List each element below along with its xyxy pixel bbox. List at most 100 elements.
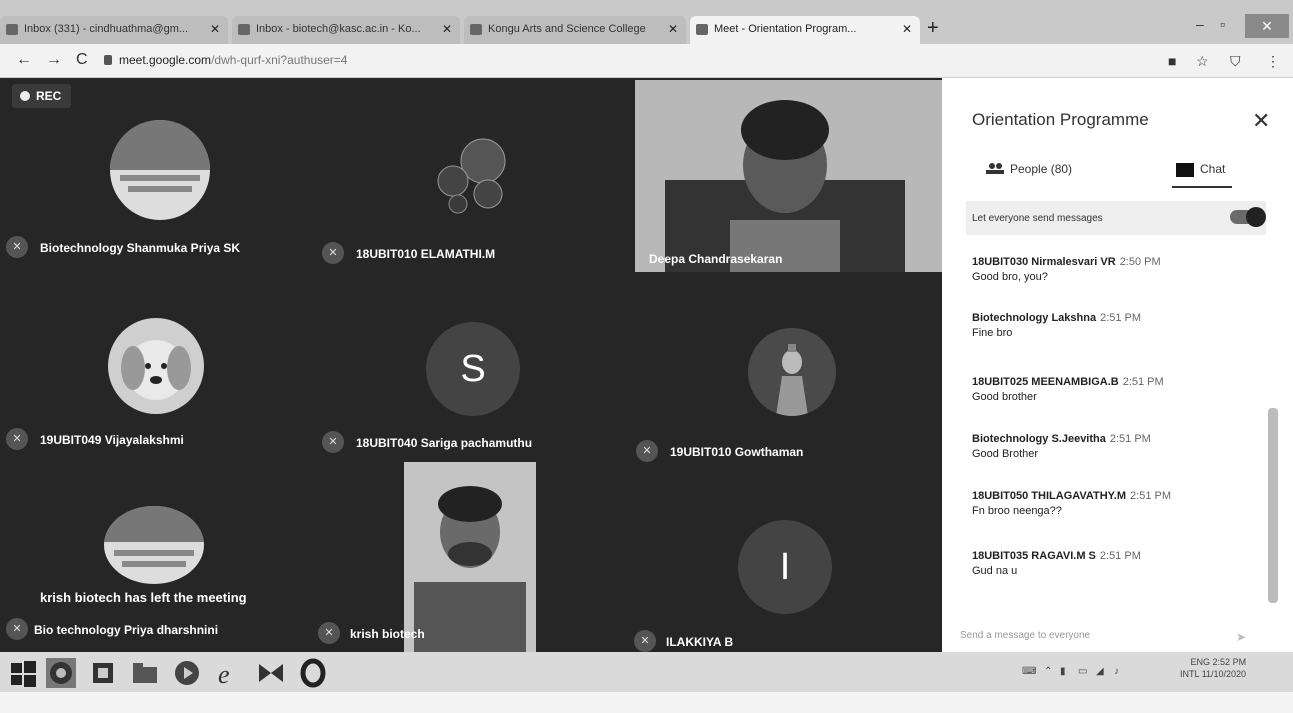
browser-tab[interactable]: Inbox - biotech@kasc.ac.in - Ko... ✕ <box>232 16 460 44</box>
minimize-icon[interactable]: – <box>1196 16 1204 32</box>
wifi-icon[interactable]: ◢ <box>1096 666 1104 677</box>
send-icon[interactable]: ➤ <box>1236 630 1246 644</box>
participant-name: krish biotech <box>350 627 425 641</box>
file-explorer-icon[interactable] <box>130 658 160 688</box>
deity-image-icon <box>748 328 836 416</box>
store-icon[interactable] <box>88 658 118 688</box>
participant-video[interactable] <box>404 462 536 652</box>
send-messages-toggle[interactable] <box>1230 207 1266 227</box>
page-margin <box>0 692 1293 713</box>
tray-arrow-icon[interactable]: ⌃ <box>1044 666 1052 677</box>
browser-tab-strip: Inbox (331) - cindhuathma@gm... ✕ Inbox … <box>0 0 1293 44</box>
tab-title: Kongu Arts and Science College <box>488 23 646 35</box>
bubbles-image-icon <box>428 136 518 216</box>
meeting-details-panel: Orientation Programme ✕ People (80) Chat… <box>942 78 1293 652</box>
close-tab-icon[interactable]: ✕ <box>442 22 452 36</box>
chat-scrollbar[interactable] <box>1268 408 1278 603</box>
message-text: Good Brother <box>972 448 1039 460</box>
participant-name: ILAKKIYA B <box>666 635 734 649</box>
participant-video[interactable]: Deepa Chandrasekaran <box>635 80 942 272</box>
messenger-icon[interactable] <box>256 658 286 688</box>
chat-message: Biotechnology Lakshna 2:51 PM Fine bro <box>972 312 1141 339</box>
system-clock[interactable]: ENG 2:52 PM INTL 11/10/2020 <box>1180 656 1246 680</box>
chat-message-input[interactable]: Send a message to everyone <box>960 630 1090 641</box>
mic-off-icon: ✕ <box>634 630 656 652</box>
keyboard-layout: INTL <box>1180 669 1200 679</box>
url-host: meet.google.com <box>119 53 212 67</box>
message-sender: 18UBIT025 MEENAMBIGA.B <box>972 376 1119 388</box>
close-tab-icon[interactable]: ✕ <box>902 22 912 36</box>
left-meeting-notice: krish biotech has left the meeting <box>40 590 247 605</box>
gmail-icon <box>238 24 250 35</box>
forward-icon[interactable]: → <box>46 51 62 69</box>
participant-name: Deepa Chandrasekaran <box>649 252 783 266</box>
network-icon[interactable]: ▮ <box>1060 666 1066 677</box>
windows-start-icon[interactable] <box>8 658 38 688</box>
mic-off-icon: ✕ <box>6 236 28 258</box>
extension-icon[interactable]: ⛉ <box>1230 53 1241 70</box>
participant-name: Biotechnology Shanmuka Priya SK <box>40 241 241 255</box>
chat-message: 18UBIT030 Nirmalesvari VR 2:50 PM Good br… <box>972 256 1161 283</box>
mic-off-icon: ✕ <box>322 431 344 453</box>
star-icon[interactable]: ☆ <box>1196 53 1209 70</box>
recording-badge: REC <box>12 84 72 108</box>
mic-off-icon: ✕ <box>322 242 344 264</box>
tab-people[interactable]: People (80) <box>986 162 1072 176</box>
battery-icon[interactable]: ▭ <box>1078 666 1087 677</box>
chat-icon <box>1176 163 1194 177</box>
message-text: Good brother <box>972 391 1037 403</box>
internet-explorer-icon[interactable]: e <box>214 658 244 688</box>
participant-name: Bio technology Priya dharshnini <box>34 623 219 637</box>
browser-tab[interactable]: Kongu Arts and Science College ✕ <box>464 16 686 44</box>
panel-title: Orientation Programme <box>972 110 1149 129</box>
menu-icon[interactable]: ⋮ <box>1266 53 1280 70</box>
language-code: ENG <box>1190 657 1211 667</box>
tab-title: Inbox - biotech@kasc.ac.in - Ko... <box>256 23 421 35</box>
message-time: 2:51 PM <box>1100 312 1142 324</box>
window-close-icon[interactable]: ✕ <box>1245 14 1289 38</box>
mic-off-icon: ✕ <box>6 428 28 450</box>
message-sender: 18UBIT050 THILAGAVATHY.M <box>972 490 1127 502</box>
mic-off-icon: ✕ <box>6 618 28 640</box>
back-icon[interactable]: ← <box>16 51 32 69</box>
tab-title: Inbox (331) - cindhuathma@gm... <box>24 23 189 35</box>
people-icon <box>986 163 1004 174</box>
camera-icon[interactable]: ■ <box>1168 53 1176 69</box>
message-text: Fn broo neenga?? <box>972 505 1062 517</box>
lock-icon <box>104 55 112 65</box>
message-sender: 18UBIT035 RAGAVI.M S <box>972 550 1096 562</box>
browser-tab-active[interactable]: Meet - Orientation Program... ✕ <box>690 16 920 44</box>
biotech-logo-icon <box>110 120 210 220</box>
reload-icon[interactable]: C <box>76 51 88 69</box>
participant-name: 19UBIT049 Vijayalakshmi <box>40 433 184 447</box>
close-tab-icon[interactable]: ✕ <box>668 22 678 36</box>
participant-name: 18UBIT010 ELAMATHI.M <box>356 247 496 261</box>
tab-chat[interactable]: Chat <box>1176 162 1225 177</box>
mic-off-icon: ✕ <box>318 622 340 644</box>
mic-off-icon: ✕ <box>636 440 658 462</box>
close-icon[interactable]: ✕ <box>1252 108 1270 134</box>
url-field[interactable]: meet.google.com/dwh-qurf-xni?authuser=4 <box>119 53 347 67</box>
people-tab-label: People (80) <box>1010 162 1073 176</box>
message-time: 2:51 PM <box>1109 433 1151 445</box>
media-player-icon[interactable] <box>172 658 202 688</box>
opera-icon[interactable] <box>298 658 328 688</box>
meeting-grid: REC ✕ Biotechnology Shanmuka Priya SK ✕ … <box>0 78 942 652</box>
browser-tab[interactable]: Inbox (331) - cindhuathma@gm... ✕ <box>0 16 228 44</box>
setting-label: Let everyone send messages <box>972 213 1103 224</box>
clock-time: 2:52 PM <box>1212 657 1247 667</box>
svg-text:e: e <box>218 660 230 688</box>
close-tab-icon[interactable]: ✕ <box>210 22 220 36</box>
chat-setting: Let everyone send messages <box>966 201 1266 235</box>
volume-icon[interactable]: ♪ <box>1114 666 1119 677</box>
new-tab-icon[interactable]: + <box>927 18 939 38</box>
chat-message: 18UBIT035 RAGAVI.M S 2:51 PM Gud na u <box>972 550 1141 577</box>
tab-title: Meet - Orientation Program... <box>714 23 857 35</box>
participant-avatar-letter: S <box>426 322 520 416</box>
message-time: 2:51 PM <box>1099 550 1141 562</box>
keyboard-icon[interactable]: ⌨ <box>1022 666 1036 677</box>
maximize-icon[interactable]: ▫ <box>1220 16 1225 32</box>
message-text: Fine bro <box>972 327 1013 339</box>
chrome-icon[interactable] <box>46 658 76 688</box>
participant-name: 18UBIT040 Sariga pachamuthu <box>356 436 533 450</box>
